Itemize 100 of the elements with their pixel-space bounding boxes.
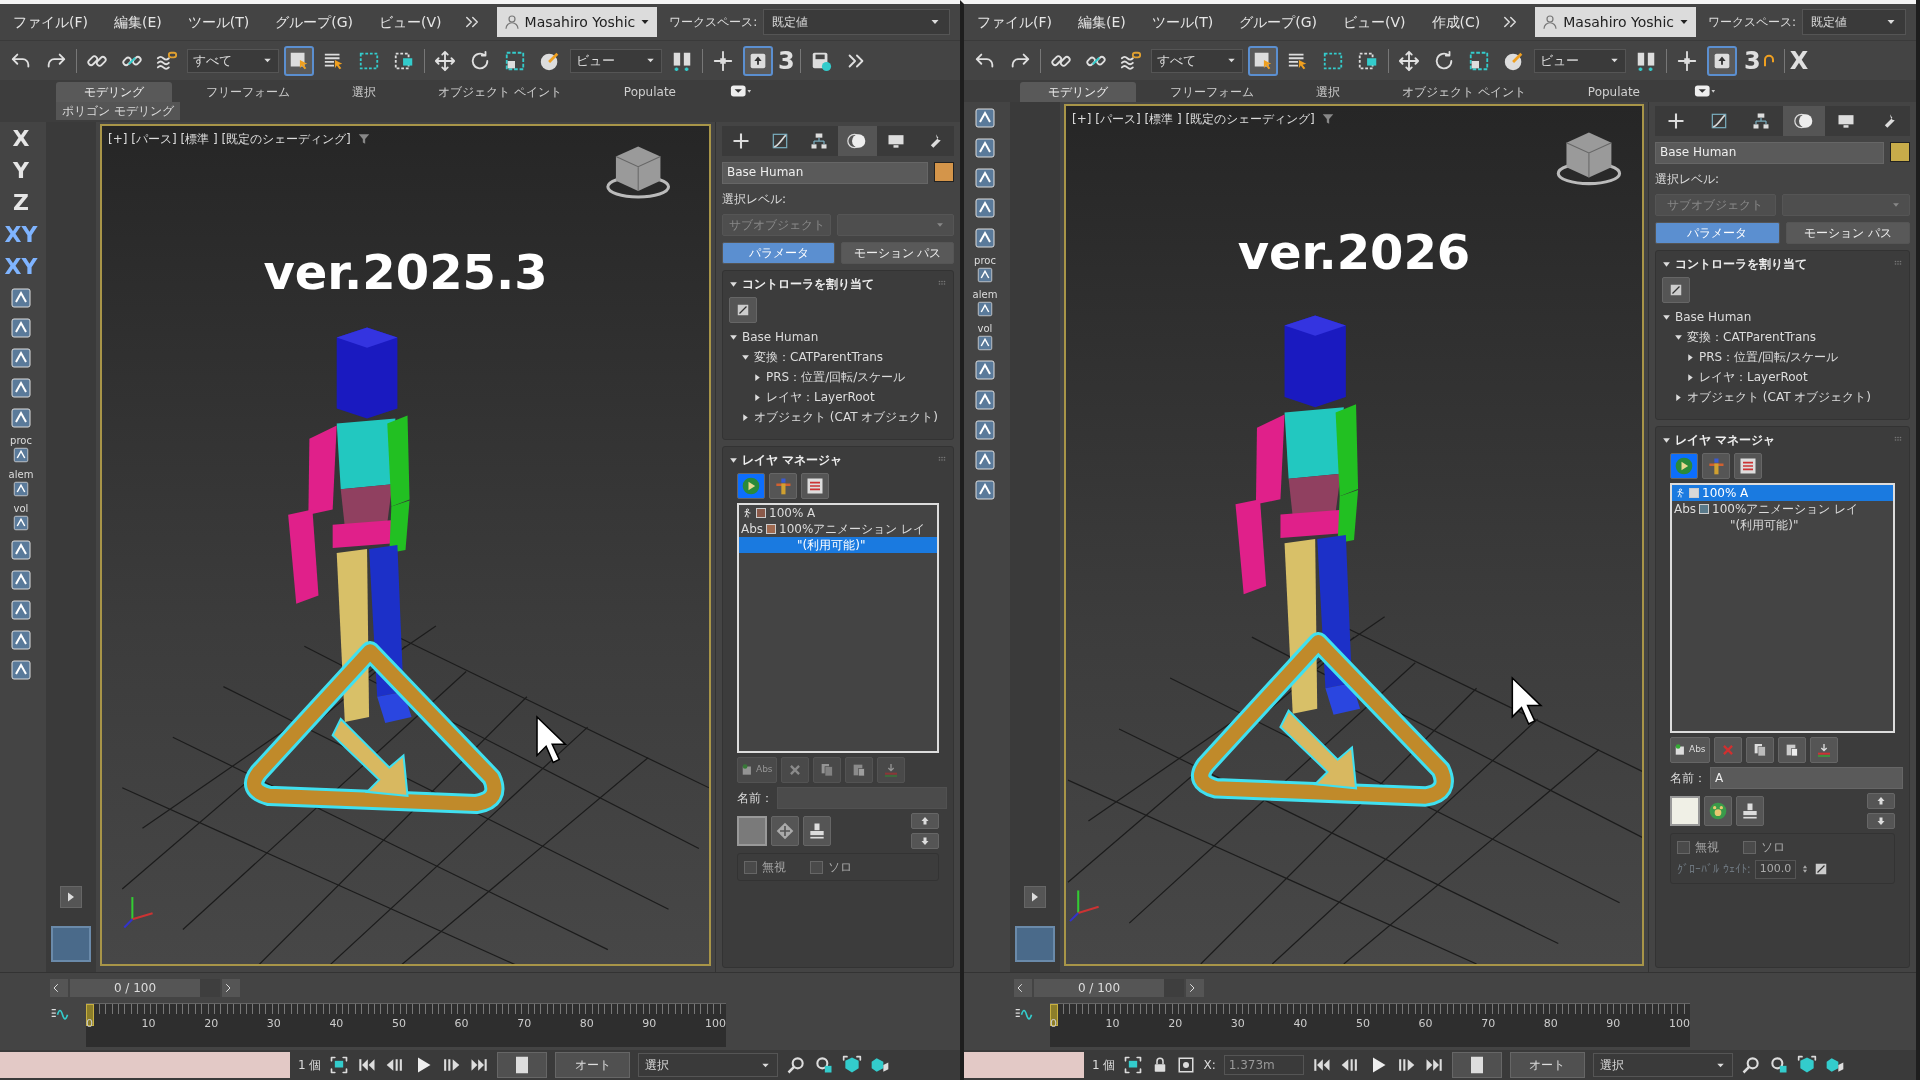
menu-item[interactable]: ファイル(F) bbox=[964, 11, 1065, 33]
layer-row[interactable]: "(利用可能)" bbox=[739, 537, 937, 553]
object-color-swatch[interactable] bbox=[1890, 142, 1910, 162]
tree-item[interactable]: PRS：位置/回転/スケール bbox=[729, 367, 947, 387]
tree-item[interactable]: レイヤ：LayerRoot bbox=[1662, 367, 1903, 387]
zoom-selected-icon[interactable] bbox=[870, 1055, 891, 1075]
script-button[interactable]: alem bbox=[972, 290, 998, 318]
script-icon[interactable] bbox=[973, 226, 997, 250]
search-icon[interactable] bbox=[1740, 1055, 1761, 1075]
layer-row[interactable]: "(利用可能)" bbox=[1672, 517, 1893, 533]
script-icon[interactable] bbox=[9, 628, 33, 652]
diamond-button[interactable] bbox=[771, 816, 799, 846]
view-cube-icon[interactable] bbox=[606, 146, 671, 199]
rollout-header[interactable]: レイヤ マネージャ bbox=[729, 451, 843, 469]
snap-toggle-button[interactable]: 3 bbox=[1742, 45, 1779, 76]
zoom-extents-icon[interactable] bbox=[1796, 1055, 1817, 1075]
add-layer-button[interactable]: Abs bbox=[1670, 737, 1710, 763]
script-listener-field[interactable] bbox=[0, 1052, 290, 1078]
copy-button[interactable] bbox=[1745, 737, 1774, 763]
script-icon[interactable] bbox=[9, 538, 33, 562]
script-icon[interactable] bbox=[9, 568, 33, 592]
workspace-dropdown[interactable]: 既定値 bbox=[763, 9, 950, 35]
ribbon-tab[interactable]: Populate bbox=[595, 82, 704, 102]
layer-row[interactable]: Abs 100%アニメーション レイ bbox=[1672, 501, 1893, 517]
checkbox[interactable]: ソロ bbox=[1743, 838, 1785, 856]
axis-constraint-button[interactable]: XY bbox=[2, 254, 40, 280]
expand-button[interactable] bbox=[1024, 886, 1046, 908]
script-button[interactable]: proc bbox=[974, 256, 996, 284]
selection-frame-icon[interactable] bbox=[329, 1055, 350, 1075]
set-key-button[interactable] bbox=[497, 1052, 548, 1078]
zoom-all-icon[interactable] bbox=[814, 1055, 835, 1075]
picker-icon[interactable] bbox=[1814, 862, 1829, 877]
script-icon[interactable] bbox=[973, 136, 997, 160]
user-account-button[interactable]: Masahiro Yoshic bbox=[496, 7, 658, 37]
tree-item[interactable]: Base Human bbox=[729, 327, 947, 347]
paste-button[interactable] bbox=[1777, 737, 1806, 763]
menu-item[interactable]: 作成(C) bbox=[1418, 11, 1494, 33]
axis-constraint-button[interactable]: Y bbox=[11, 158, 31, 184]
axis-constraint-button[interactable]: X bbox=[10, 126, 32, 152]
tree-item[interactable]: オブジェクト (CAT オブジェクト) bbox=[729, 407, 947, 427]
down-arrow-button[interactable] bbox=[1867, 813, 1895, 829]
delete-layer-button[interactable] bbox=[780, 757, 809, 783]
layer-name-field[interactable]: A bbox=[1710, 767, 1903, 789]
menu-item[interactable]: グループ(G) bbox=[262, 11, 367, 33]
up-arrow-square-button[interactable] bbox=[743, 45, 773, 76]
paste-button[interactable] bbox=[844, 757, 873, 783]
checkbox[interactable]: 無視 bbox=[1677, 838, 1719, 856]
script-button[interactable]: proc bbox=[10, 436, 32, 464]
copy-button[interactable] bbox=[812, 757, 841, 783]
ribbon-tab[interactable]: オブジェクト ペイント bbox=[410, 82, 590, 102]
toolbar-dropdown[interactable]: すべて bbox=[187, 48, 279, 73]
select-cursor-button[interactable] bbox=[284, 45, 314, 76]
layer-row[interactable]: Abs 100%アニメーション レイ bbox=[739, 521, 937, 537]
paw-circle-button[interactable] bbox=[1704, 796, 1732, 826]
menu-item[interactable]: ツール(T) bbox=[1138, 11, 1227, 33]
script-icon[interactable] bbox=[973, 196, 997, 220]
ribbon-tab[interactable]: Populate bbox=[1559, 82, 1668, 102]
up-arrow-button[interactable] bbox=[911, 813, 939, 829]
ribbon-tab[interactable]: オブジェクト ペイント bbox=[1374, 82, 1554, 102]
toolbar-dropdown[interactable]: ビュー bbox=[1534, 48, 1626, 73]
down-arrow-button[interactable] bbox=[911, 833, 939, 849]
script-icon[interactable] bbox=[973, 478, 997, 502]
checkbox[interactable]: ソロ bbox=[810, 858, 852, 876]
viewport[interactable]: [+] [パース] [標準 ] [既定のシェーディング] ver.2026 bbox=[1064, 104, 1644, 966]
up-arrow-button[interactable] bbox=[1867, 793, 1895, 809]
viewport[interactable]: [+] [パース] [標準 ] [既定のシェーディング] ver.2025.3 bbox=[100, 124, 711, 966]
next-frame-button[interactable] bbox=[1186, 979, 1204, 997]
play-circle-button[interactable] bbox=[1670, 453, 1698, 479]
menu-item[interactable]: ファイル(F) bbox=[0, 11, 101, 33]
script-button[interactable]: alem bbox=[8, 470, 34, 498]
expand-button[interactable] bbox=[60, 886, 82, 908]
menu-item[interactable]: グループ(G) bbox=[1226, 11, 1331, 33]
layer-list-button[interactable] bbox=[801, 473, 829, 499]
script-icon[interactable] bbox=[973, 358, 997, 382]
script-icon[interactable] bbox=[9, 658, 33, 682]
layer-row[interactable]: 100% A bbox=[739, 505, 937, 521]
workspace-dropdown[interactable]: 既定値 bbox=[1802, 9, 1906, 35]
tree-item[interactable]: 変換：CATParentTrans bbox=[1662, 327, 1903, 347]
stamp-button[interactable] bbox=[803, 816, 831, 846]
axis-constraint-button[interactable]: XY bbox=[2, 222, 40, 248]
script-icon[interactable] bbox=[973, 166, 997, 190]
ribbon-tab[interactable]: モデリング bbox=[56, 82, 172, 102]
ribbon-panel-tab[interactable]: ポリゴン モデリング bbox=[56, 102, 180, 120]
toolbar-dropdown[interactable]: すべて bbox=[1151, 48, 1243, 73]
layer-color-button[interactable] bbox=[1670, 796, 1700, 826]
object-name-field[interactable]: Base Human bbox=[1655, 142, 1884, 164]
menu-item[interactable]: ビュー(V) bbox=[1330, 11, 1419, 33]
rollout-header[interactable]: コントローラを割り当て bbox=[1662, 255, 1807, 273]
script-icon[interactable] bbox=[973, 106, 997, 130]
script-listener-field[interactable] bbox=[964, 1052, 1084, 1078]
script-icon[interactable] bbox=[9, 406, 33, 430]
weight-spinner[interactable]: 100.0 bbox=[1754, 860, 1797, 879]
zoom-selected-icon[interactable] bbox=[1824, 1055, 1845, 1075]
assign-controller-button[interactable] bbox=[1662, 277, 1690, 303]
collapse-layers-button[interactable] bbox=[1809, 737, 1838, 763]
stamp-button[interactable] bbox=[1736, 796, 1764, 826]
script-button[interactable]: vol bbox=[12, 504, 30, 532]
toolbar-dropdown[interactable]: ビュー bbox=[570, 48, 662, 73]
select-cursor-button[interactable] bbox=[1248, 45, 1278, 76]
layer-list-button[interactable] bbox=[1734, 453, 1762, 479]
